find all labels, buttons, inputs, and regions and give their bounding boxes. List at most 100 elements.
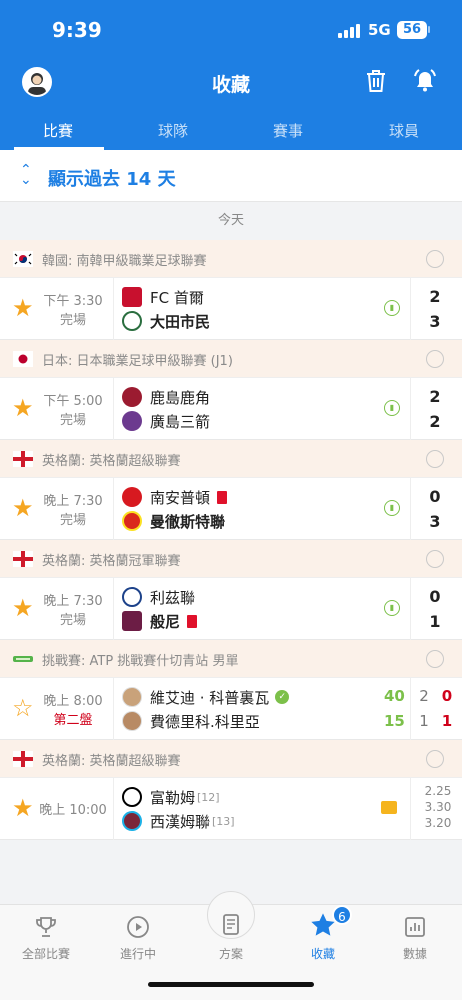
home-indicator	[148, 982, 314, 987]
league-name: 英格蘭: 英格蘭超級聯賽	[42, 454, 181, 469]
home-team-name: 富勒姆	[150, 788, 196, 807]
stats-icon[interactable]: ▮	[384, 300, 400, 316]
divider	[410, 678, 411, 740]
stats-icon[interactable]: ▮	[384, 400, 400, 416]
favorite-star-icon[interactable]: ★	[12, 794, 34, 822]
status-bar: 9:39 5G 56	[0, 0, 462, 58]
home-set2: 0	[441, 687, 453, 705]
nav-label: 全部比賽	[21, 947, 70, 961]
league-name: 日本: 日本職業足球甲級聯賽 (J1)	[42, 354, 233, 369]
league-header[interactable]: 英格蘭: 英格蘭冠軍聯賽	[0, 540, 462, 578]
nav-plan[interactable]: 方案	[196, 911, 266, 962]
match-time: 晚上 10:00	[39, 803, 107, 818]
favorite-star-icon[interactable]: ★	[12, 394, 34, 422]
home-player-name: 維艾迪 · 科普裏瓦	[150, 688, 270, 707]
away-team-name: 曼徹斯特聯	[150, 512, 226, 531]
hiroshima-logo-icon	[122, 411, 142, 431]
date-range-toggle[interactable]: ⌃ ⌄ 顯示過去 14 天	[0, 150, 462, 202]
signal-icon	[338, 24, 360, 38]
player-photo-icon	[122, 687, 142, 707]
play-icon	[103, 911, 173, 939]
plan-icon	[196, 911, 266, 939]
match-row[interactable]: ★ 下午 5:00 完場 鹿島鹿角 廣島三箭 ▮ 2 2	[0, 378, 462, 440]
southampton-logo-icon	[122, 487, 142, 507]
tv-icon[interactable]	[381, 801, 397, 814]
odds-home: 2.25	[424, 784, 452, 798]
england-flag-icon	[13, 751, 33, 767]
away-team-name: 廣島三箭	[150, 412, 211, 431]
divider	[410, 778, 411, 840]
match-time: 下午 5:00	[43, 394, 103, 409]
stats-icon[interactable]: ▮	[384, 500, 400, 516]
home-team-rank: [12]	[197, 790, 220, 804]
nav-live[interactable]: 進行中	[103, 911, 173, 962]
league-header[interactable]: 日本: 日本職業足球甲級聯賽 (J1)	[0, 340, 462, 378]
network-label: 5G	[368, 21, 391, 39]
england-flag-icon	[13, 451, 33, 467]
status-time: 9:39	[52, 18, 102, 42]
tab-players[interactable]: 球員	[364, 120, 444, 141]
divider	[410, 278, 411, 340]
nav-all-matches[interactable]: 全部比賽	[11, 911, 81, 962]
stats-icon[interactable]: ▮	[384, 600, 400, 616]
home-team-name: FC 首爾	[150, 288, 204, 307]
match-row[interactable]: ★ 下午 3:30 完場 FC 首爾 大田市民 ▮ 2 3	[0, 278, 462, 340]
favorite-star-icon[interactable]: ★	[12, 494, 34, 522]
divider	[113, 678, 114, 740]
trash-icon[interactable]	[364, 68, 388, 98]
home-team-name: 南安普頓	[150, 488, 211, 507]
away-team: 大田市民	[122, 310, 210, 332]
serve-indicator-icon: ✓	[275, 690, 290, 704]
match-row[interactable]: ★ 晚上 10:00 富勒姆 [12] 西漢姆聯 [13] 2.25 3.30 …	[0, 778, 462, 840]
home-player: 維艾迪 · 科普裏瓦 ✓	[122, 686, 290, 708]
league-header[interactable]: 英格蘭: 英格蘭超級聯賽	[0, 740, 462, 778]
away-score: 3	[429, 512, 441, 531]
league-name: 韓國: 南韓甲級職業足球聯賽	[42, 254, 207, 269]
nav-label: 收藏	[310, 947, 335, 961]
match-time: 下午 3:30	[43, 294, 103, 309]
tab-competitions[interactable]: 賽事	[248, 120, 328, 141]
away-team-name: 般尼	[150, 612, 181, 631]
match-status: 完場	[59, 613, 86, 628]
app-header: 收藏 比賽 球隊 賽事 球員	[0, 58, 462, 150]
match-row[interactable]: ☆ 晚上 8:00 第二盤 維艾迪 · 科普裏瓦 ✓ 費德里科.科里亞 40 1…	[0, 678, 462, 740]
away-team-name: 大田市民	[150, 312, 211, 331]
leeds-logo-icon	[122, 587, 142, 607]
battery-cap	[428, 26, 430, 33]
nav-stats[interactable]: 數據	[380, 911, 450, 962]
soccer-ball-icon	[426, 550, 444, 568]
home-team: 利茲聯	[122, 586, 195, 608]
favorite-star-outline-icon[interactable]: ☆	[12, 694, 34, 722]
away-team: 曼徹斯特聯	[122, 510, 225, 532]
fc-seoul-logo-icon	[122, 287, 142, 307]
favorite-star-icon[interactable]: ★	[12, 294, 34, 322]
home-set1: 2	[419, 687, 429, 705]
date-range-label: 顯示過去 14 天	[48, 169, 176, 190]
match-status: 完場	[59, 513, 86, 528]
match-row[interactable]: ★ 晚上 7:30 完場 利茲聯 般尼 ▮ 0 1	[0, 578, 462, 640]
away-set1: 1	[419, 712, 429, 730]
league-name: 英格蘭: 英格蘭冠軍聯賽	[42, 554, 181, 569]
kashima-logo-icon	[122, 387, 142, 407]
home-game-points: 40	[384, 687, 405, 705]
favorite-star-icon[interactable]: ★	[12, 594, 34, 622]
bell-icon[interactable]	[412, 68, 438, 98]
tab-teams[interactable]: 球隊	[133, 120, 213, 141]
match-time: 晚上 7:30	[43, 494, 103, 509]
soccer-ball-icon	[426, 750, 444, 768]
trophy-icon	[11, 911, 81, 939]
home-score: 0	[429, 587, 441, 606]
battery-icon: 56	[397, 21, 427, 39]
match-status: 第二盤	[53, 713, 93, 728]
atp-flag-icon	[13, 656, 33, 662]
away-game-points: 15	[384, 712, 405, 730]
soccer-ball-icon	[426, 350, 444, 368]
tab-matches[interactable]: 比賽	[18, 120, 98, 141]
home-team: 南安普頓	[122, 486, 228, 508]
league-header[interactable]: 挑戰賽: ATP 挑戰賽什切青站 男單	[0, 640, 462, 678]
red-card-icon	[217, 490, 228, 504]
divider	[410, 478, 411, 540]
match-row[interactable]: ★ 晚上 7:30 完場 南安普頓 曼徹斯特聯 ▮ 0 3	[0, 478, 462, 540]
league-header[interactable]: 英格蘭: 英格蘭超級聯賽	[0, 440, 462, 478]
league-header[interactable]: 韓國: 南韓甲級職業足球聯賽	[0, 240, 462, 278]
